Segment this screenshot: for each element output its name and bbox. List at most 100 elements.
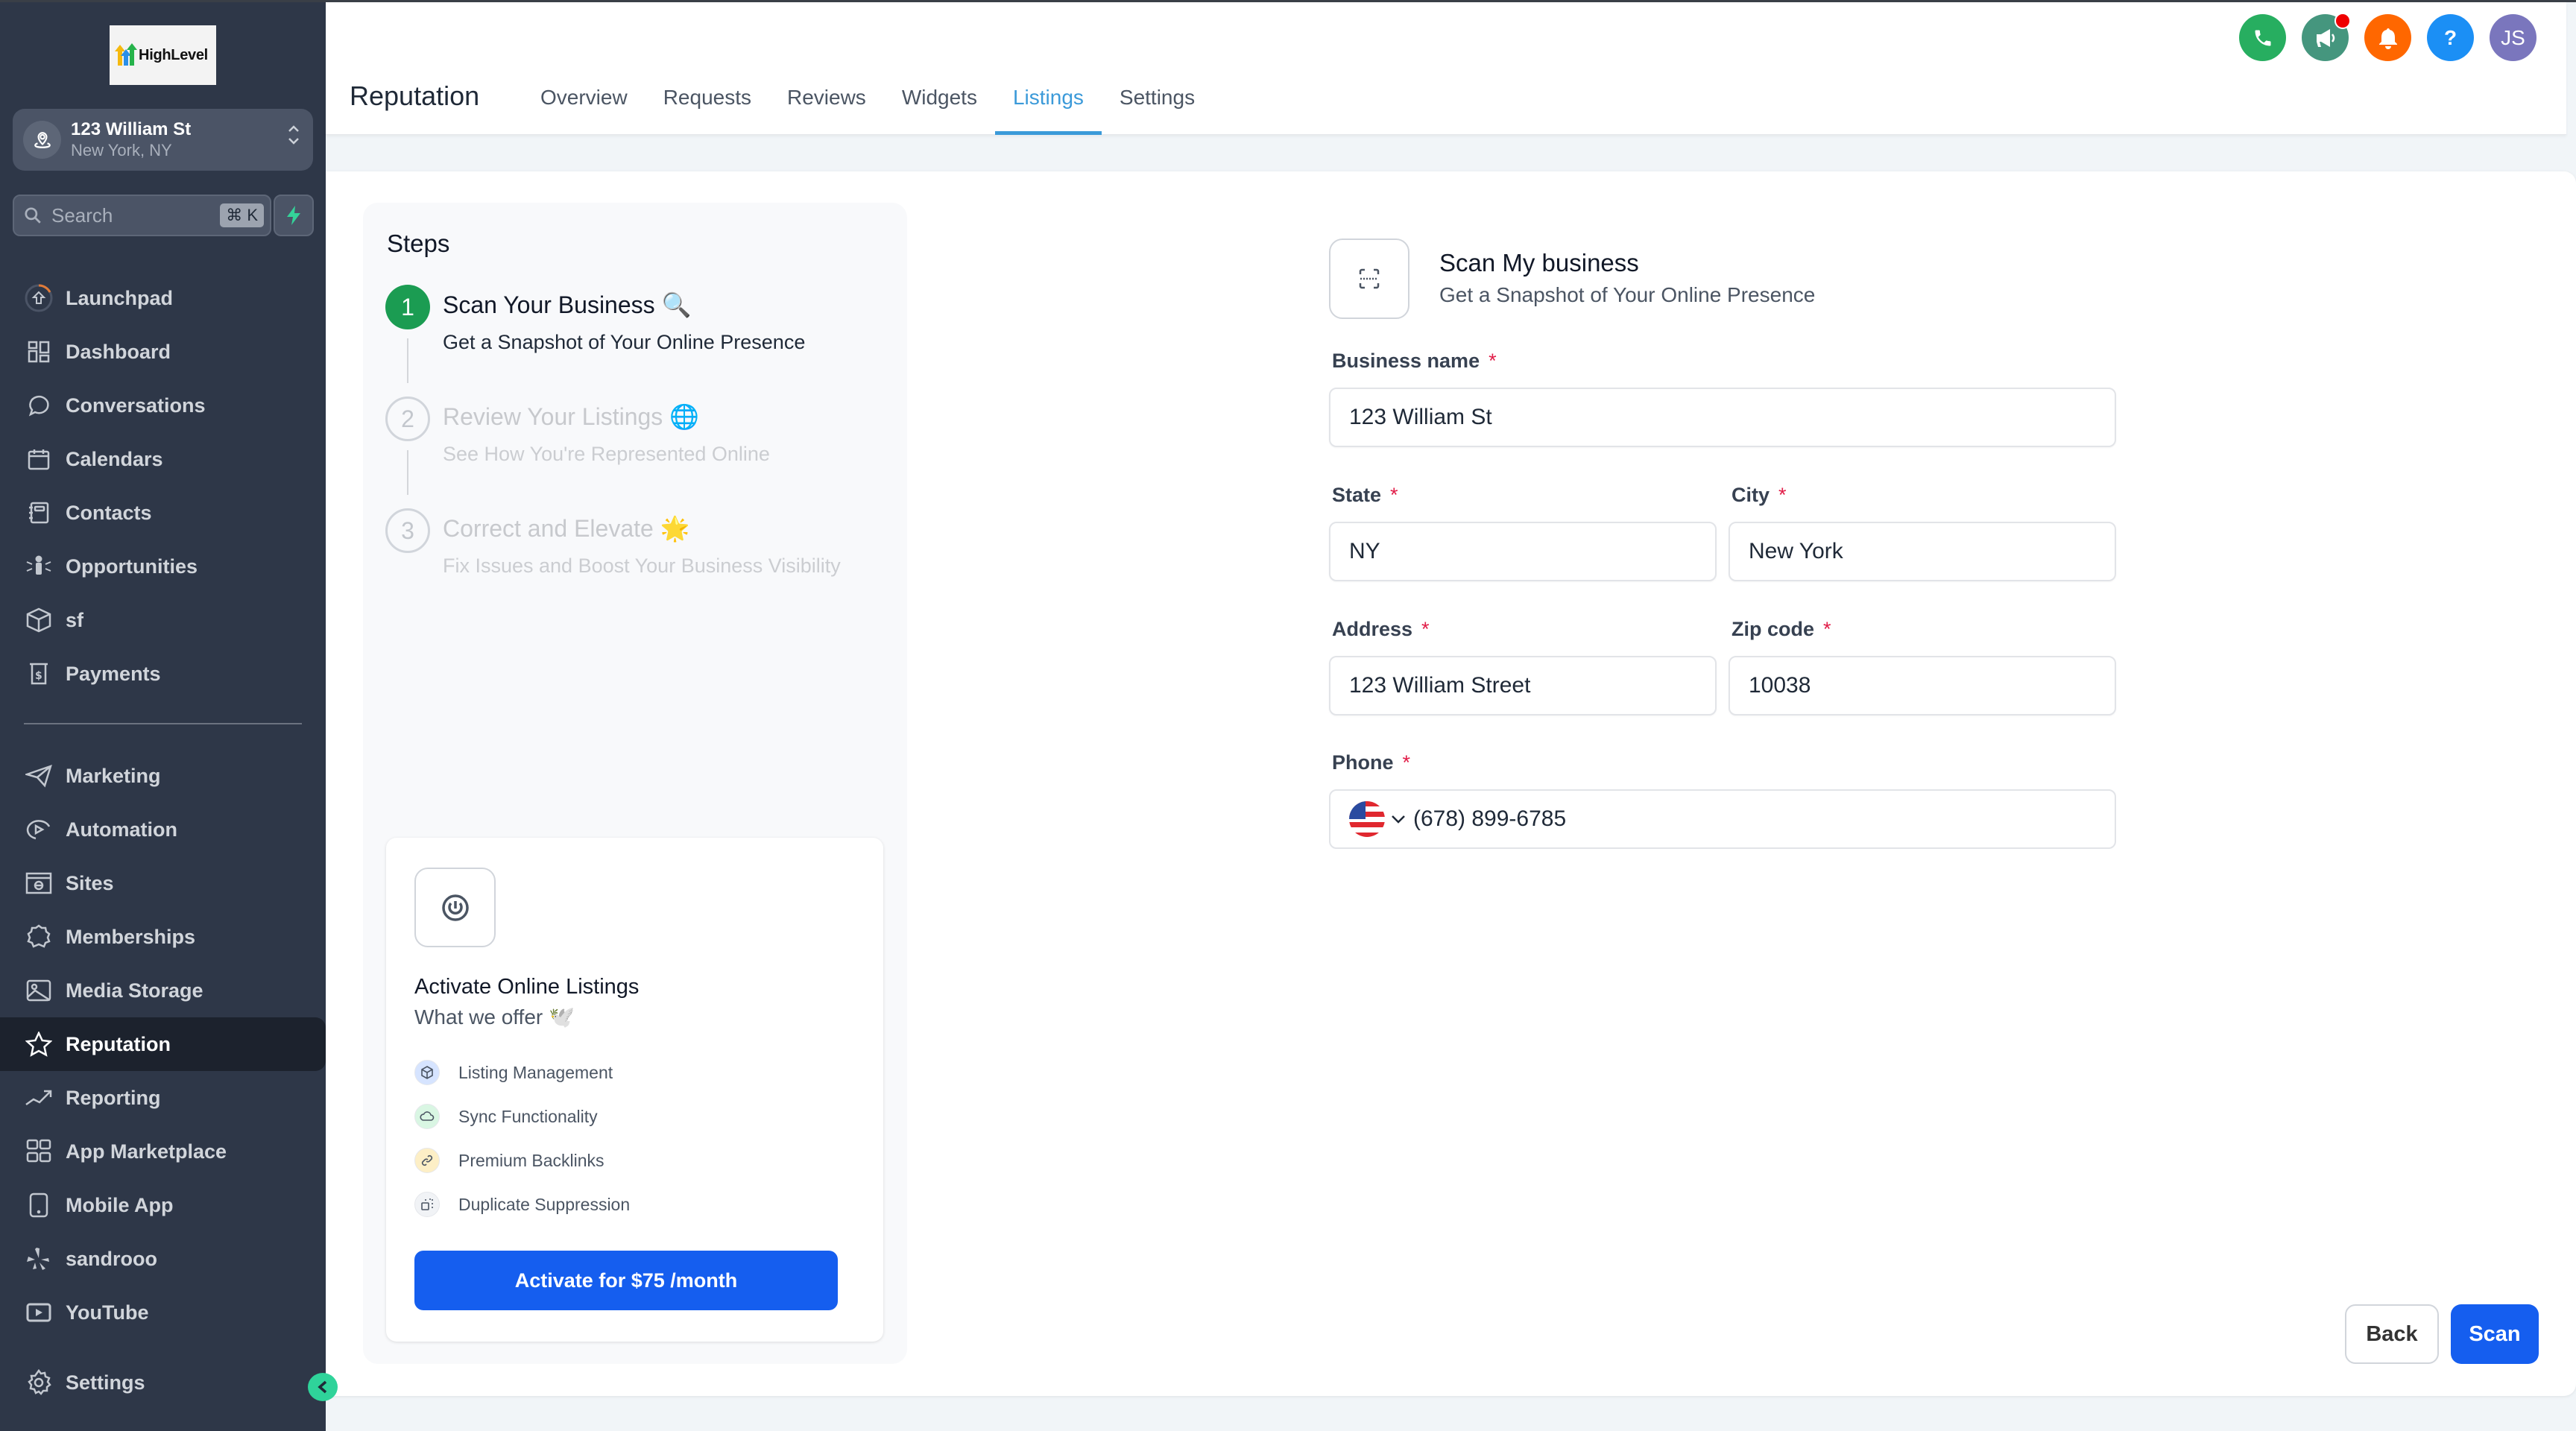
state-input[interactable] <box>1329 522 1717 581</box>
feature-item: Duplicate Suppression <box>414 1188 630 1221</box>
sidebar-item-label: Conversations <box>66 394 206 417</box>
feature-item: Listing Management <box>414 1056 630 1089</box>
step-title: Review Your Listings 🌐 <box>443 403 700 430</box>
yelp-icon <box>24 1244 54 1274</box>
sidebar-item-label: Reporting <box>66 1086 161 1109</box>
badge-icon <box>24 922 54 952</box>
send-icon <box>24 761 54 791</box>
quick-actions-button[interactable] <box>274 195 314 236</box>
sidebar-item-label: Payments <box>66 662 161 685</box>
zip-label: Zip code * <box>1731 618 1831 641</box>
sidebar-item-launchpad[interactable]: Launchpad <box>0 271 326 325</box>
business-name-input[interactable] <box>1329 388 2116 447</box>
step-title: Scan Your Business 🔍 <box>443 291 692 318</box>
megaphone-icon <box>2316 28 2334 47</box>
tab-listings[interactable]: Listings <box>994 77 1102 135</box>
sidebar-item-label: Contacts <box>66 501 152 524</box>
sidebar-item-calendars[interactable]: Calendars <box>0 432 326 486</box>
label-text: Address <box>1332 618 1413 640</box>
sidebar-item-memberships[interactable]: Memberships <box>0 910 326 964</box>
duplicate-icon <box>414 1192 440 1217</box>
scan-button[interactable]: Scan <box>2451 1304 2539 1364</box>
search-shortcut-badge: ⌘ K <box>220 203 264 227</box>
help-button[interactable]: ? <box>2427 14 2474 61</box>
svg-text:$: $ <box>35 670 42 682</box>
sidebar-item-settings[interactable]: Settings <box>0 1356 326 1409</box>
lightning-icon <box>287 206 300 225</box>
feature-list: Listing Management Sync Functionality Pr… <box>414 1056 630 1232</box>
business-name-label: Business name * <box>1332 350 1497 373</box>
tab-reviews[interactable]: Reviews <box>769 77 884 135</box>
state-label: State * <box>1332 484 1398 507</box>
sidebar-item-label: Automation <box>66 818 177 841</box>
link-icon <box>414 1148 440 1173</box>
tab-widgets[interactable]: Widgets <box>884 77 995 135</box>
payments-icon: $ <box>24 659 54 689</box>
phone-label: Phone * <box>1332 751 1410 774</box>
city-input[interactable] <box>1729 522 2116 581</box>
collapse-sidebar-button[interactable] <box>308 1373 338 1401</box>
sidebar-item-dashboard[interactable]: Dashboard <box>0 325 326 379</box>
form-title: Scan My business <box>1439 249 1639 277</box>
tab-settings[interactable]: Settings <box>1102 77 1213 135</box>
user-avatar[interactable]: JS <box>2490 14 2536 61</box>
location-switcher[interactable]: 123 William St New York, NY <box>13 109 313 171</box>
sidebar-item-contacts[interactable]: Contacts <box>0 486 326 540</box>
sidebar-item-label: sf <box>66 608 84 631</box>
sidebar-item-sf[interactable]: sf <box>0 593 326 647</box>
sidebar-item-payments[interactable]: $ Payments <box>0 647 326 701</box>
activate-listings-card: Activate Online Listings What we offer 🕊… <box>386 838 883 1342</box>
sidebar-item-mobile-app[interactable]: Mobile App <box>0 1178 326 1232</box>
sidebar-item-conversations[interactable]: Conversations <box>0 379 326 432</box>
sidebar-item-opportunities[interactable]: Opportunities <box>0 540 326 593</box>
search-icon <box>25 207 41 224</box>
sidebar-item-sites[interactable]: Sites <box>0 856 326 910</box>
sidebar-item-app-marketplace[interactable]: App Marketplace <box>0 1125 326 1178</box>
top-header: Reputation Overview Requests Reviews Wid… <box>326 2 2566 135</box>
back-button[interactable]: Back <box>2345 1304 2439 1364</box>
phone-input[interactable] <box>1413 806 2115 832</box>
sidebar-item-label: App Marketplace <box>66 1140 227 1163</box>
address-input[interactable] <box>1329 656 1717 716</box>
sidebar-item-reporting[interactable]: Reporting <box>0 1071 326 1125</box>
sidebar-item-label: Marketing <box>66 764 161 787</box>
highlevel-logo[interactable]: HighLevel <box>110 25 216 85</box>
sidebar-nav-secondary: Marketing Automation Sites Memberships M… <box>0 749 326 1339</box>
feature-label: Sync Functionality <box>458 1106 598 1126</box>
phone-button[interactable] <box>2239 14 2286 61</box>
required-asterisk: * <box>1489 350 1497 372</box>
sidebar-item-label: Memberships <box>66 925 196 948</box>
sidebar-item-youtube[interactable]: YouTube <box>0 1286 326 1339</box>
trend-icon <box>24 1083 54 1113</box>
tab-overview[interactable]: Overview <box>523 77 645 135</box>
notifications-button[interactable] <box>2364 14 2411 61</box>
sidebar-item-marketing[interactable]: Marketing <box>0 749 326 803</box>
step-number: 1 <box>385 285 430 329</box>
tab-requests[interactable]: Requests <box>645 77 769 135</box>
chevron-left-icon <box>318 1380 327 1394</box>
star-icon <box>24 1029 54 1059</box>
image-icon <box>24 976 54 1005</box>
logo-arrows-icon <box>115 43 138 66</box>
step-description: Fix Issues and Boost Your Business Visib… <box>443 555 841 577</box>
activate-listings-button[interactable]: Activate for $75 /month <box>414 1251 838 1310</box>
sidebar-item-media-storage[interactable]: Media Storage <box>0 964 326 1017</box>
notification-dot <box>2334 13 2351 29</box>
country-code-select[interactable] <box>1349 801 1413 837</box>
opportunities-icon <box>24 552 54 581</box>
label-text: City <box>1731 484 1770 506</box>
sidebar-item-sandrooo[interactable]: sandrooo <box>0 1232 326 1286</box>
zip-input[interactable] <box>1729 656 2116 716</box>
youtube-icon <box>24 1298 54 1327</box>
announcements-button[interactable] <box>2302 13 2351 61</box>
feature-item: Premium Backlinks <box>414 1144 630 1177</box>
sidebar-search[interactable]: Search ⌘ K <box>13 195 271 236</box>
sidebar-item-automation[interactable]: Automation <box>0 803 326 856</box>
gear-icon <box>24 1368 54 1397</box>
location-subtitle: New York, NY <box>71 140 172 159</box>
sidebar-item-reputation[interactable]: Reputation <box>0 1017 326 1071</box>
offer-title: Activate Online Listings <box>414 975 640 999</box>
calendar-icon <box>24 444 54 474</box>
phone-icon <box>2255 30 2270 45</box>
label-text: Phone <box>1332 751 1394 774</box>
